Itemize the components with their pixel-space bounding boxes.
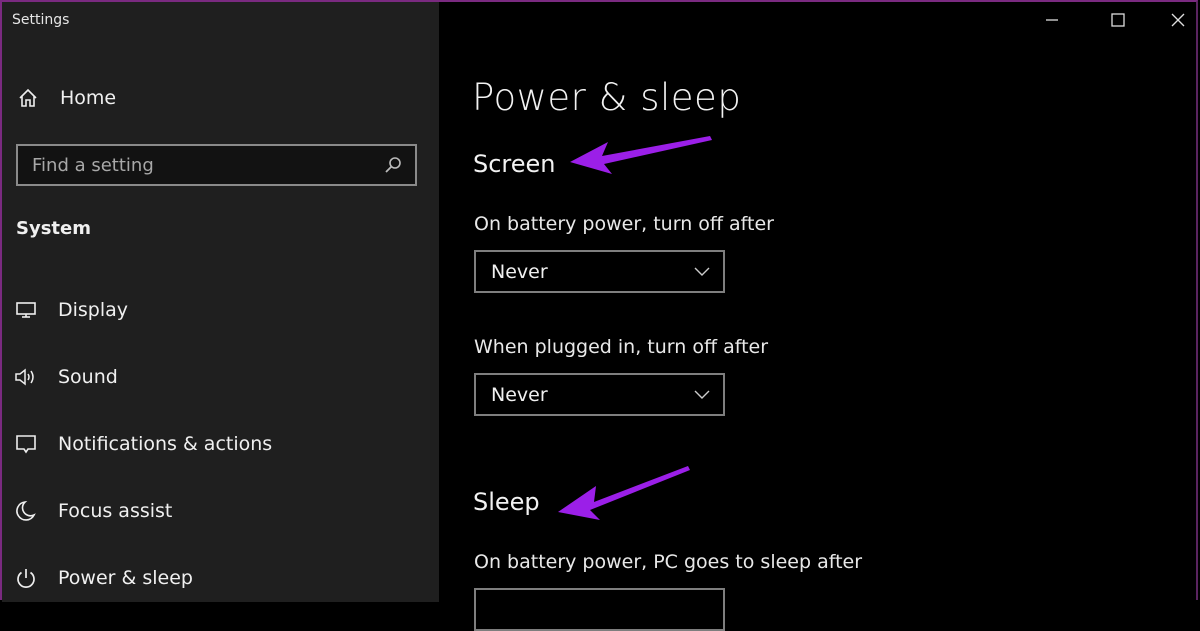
app-title: Settings [12, 12, 70, 28]
annotation-arrow-screen [570, 136, 712, 174]
close-icon [1171, 12, 1185, 31]
sidebar-item-label: Home [60, 87, 117, 109]
sleep-battery-dropdown[interactable] [474, 588, 725, 631]
sidebar-item-focus-assist[interactable]: Focus assist [14, 499, 172, 523]
settings-window: Settings Home System Display Sound [0, 0, 1198, 631]
search-icon[interactable] [381, 153, 405, 177]
screen-plugged-label: When plugged in, turn off after [474, 336, 769, 358]
sidebar-item-label: Focus assist [58, 500, 173, 522]
dropdown-value: Never [491, 260, 548, 283]
minimize-icon [1045, 12, 1059, 31]
sleep-battery-label: On battery power, PC goes to sleep after [474, 551, 863, 573]
screen-plugged-dropdown[interactable]: Never [474, 373, 725, 416]
sidebar-item-label: Power & sleep [58, 567, 193, 589]
moon-icon [14, 499, 38, 523]
sidebar-item-home[interactable]: Home [16, 86, 116, 110]
annotation-arrow-sleep [558, 466, 690, 520]
screen-battery-dropdown[interactable]: Never [474, 250, 725, 293]
search-box[interactable] [16, 144, 417, 186]
monitor-icon [14, 298, 38, 322]
maximize-icon [1111, 12, 1125, 31]
maximize-button[interactable] [1098, 8, 1138, 34]
screen-battery-label: On battery power, turn off after [474, 213, 774, 235]
close-button[interactable] [1158, 8, 1198, 34]
section-title-sleep: Sleep [473, 488, 540, 516]
page-title: Power & sleep [472, 76, 742, 119]
speaker-icon [14, 365, 38, 389]
dropdown-value: Never [491, 383, 548, 406]
power-icon [14, 566, 38, 590]
sidebar-item-display[interactable]: Display [14, 298, 128, 322]
sidebar: Settings Home System Display Sound [2, 2, 439, 602]
home-icon [16, 86, 40, 110]
chevron-down-icon [693, 263, 711, 281]
minimize-button[interactable] [1032, 8, 1072, 34]
sidebar-item-sound[interactable]: Sound [14, 365, 118, 389]
section-title-screen: Screen [473, 150, 556, 178]
sidebar-item-power-sleep[interactable]: Power & sleep [14, 566, 193, 590]
sidebar-item-notifications[interactable]: Notifications & actions [14, 432, 272, 456]
sidebar-item-label: Display [58, 299, 129, 321]
notification-icon [14, 432, 38, 456]
chevron-down-icon [693, 386, 711, 404]
sidebar-item-label: Sound [58, 366, 118, 388]
search-input[interactable] [18, 153, 381, 177]
section-label-system: System [16, 218, 91, 239]
sidebar-item-label: Notifications & actions [58, 433, 273, 455]
